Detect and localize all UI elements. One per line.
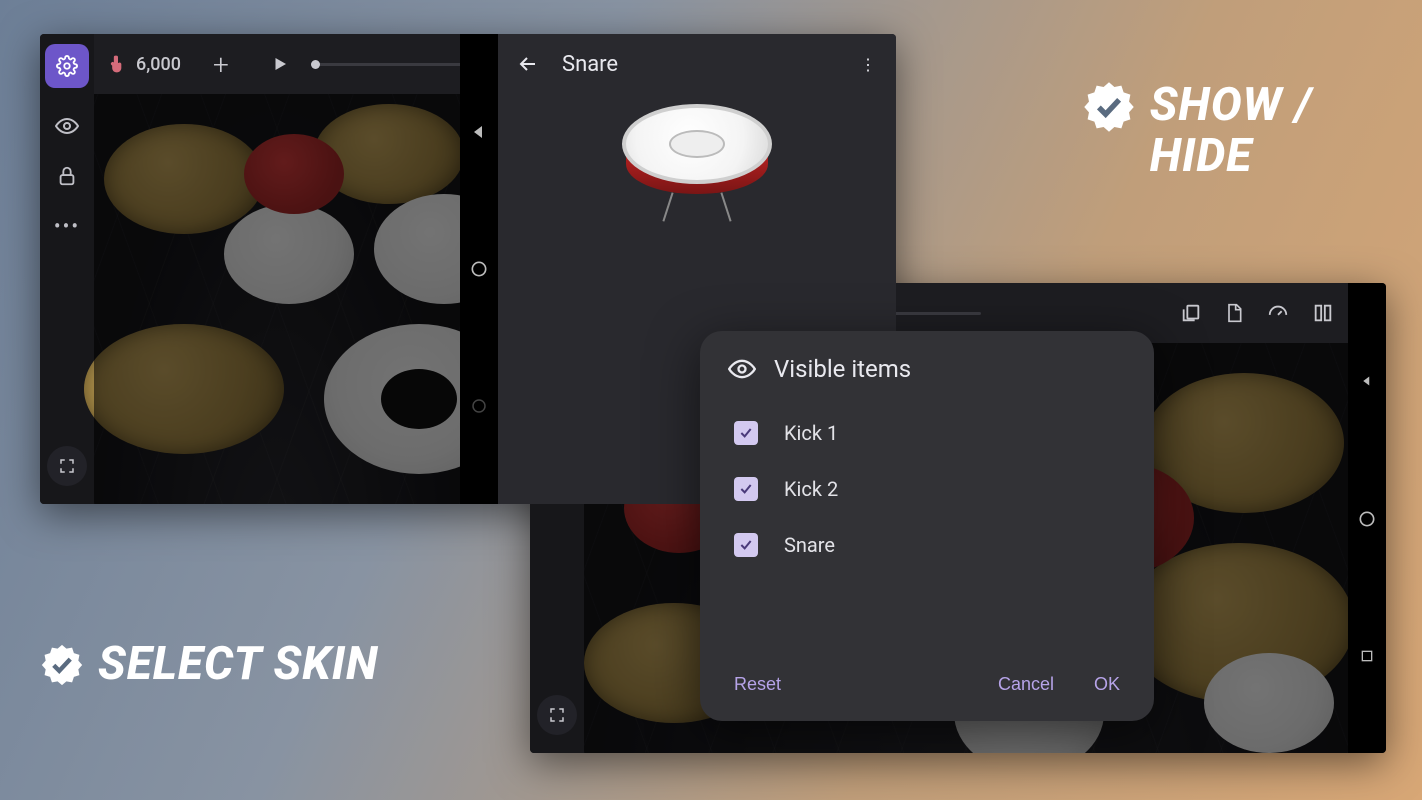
cymbal[interactable] (84, 324, 284, 454)
cymbal[interactable] (1124, 543, 1354, 703)
android-navbar (1348, 283, 1386, 753)
nav-home-icon[interactable] (469, 259, 489, 279)
checkbox-row-snare[interactable]: Snare (728, 517, 1126, 573)
visibility-icon[interactable] (55, 114, 79, 138)
eye-icon (728, 355, 756, 383)
checkbox-label: Kick 1 (784, 421, 838, 445)
score-display: 6,000 (108, 52, 181, 76)
play-button[interactable] (271, 55, 289, 73)
panel-more-button[interactable]: ⋮ (860, 55, 878, 74)
verified-badge-icon (40, 643, 84, 687)
gauge-icon[interactable] (1266, 302, 1290, 324)
snare-drum-icon (612, 104, 782, 224)
nav-back-icon[interactable] (470, 123, 488, 141)
reset-button[interactable]: Reset (734, 674, 781, 695)
visible-items-dialog: Visible items Kick 1 Kick 2 Snare Reset … (700, 331, 1154, 721)
nav-back-icon[interactable] (1358, 372, 1376, 390)
callout-show-hide-text: SHOW / HIDE (1150, 80, 1312, 181)
tom[interactable] (224, 204, 354, 304)
drum-stage[interactable] (94, 94, 460, 504)
more-icon[interactable]: ••• (55, 214, 79, 238)
panel-title: Snare (562, 52, 618, 77)
verified-badge-icon (1082, 80, 1136, 134)
cymbal[interactable] (1144, 373, 1344, 513)
checkbox-icon[interactable] (734, 421, 758, 445)
settings-button[interactable] (45, 44, 89, 88)
tap-icon (108, 52, 128, 76)
add-button[interactable]: + (213, 48, 229, 81)
pads-icon[interactable] (1312, 302, 1334, 324)
callout-select-skin: SELECT SKIN (40, 639, 378, 690)
fullscreen-button[interactable] (47, 446, 87, 486)
cancel-button[interactable]: Cancel (998, 674, 1054, 695)
ok-button[interactable]: OK (1094, 674, 1120, 695)
cymbal[interactable] (104, 124, 264, 234)
checkbox-icon[interactable] (734, 477, 758, 501)
left-sidebar: ••• (40, 34, 94, 504)
checkbox-row-kick2[interactable]: Kick 2 (728, 461, 1126, 517)
checkbox-row-kick1[interactable]: Kick 1 (728, 405, 1126, 461)
nav-home-icon[interactable] (1357, 509, 1377, 529)
nav-recent-icon[interactable] (470, 397, 488, 415)
file-icon[interactable] (1224, 302, 1244, 324)
callout-show-hide: SHOW / HIDE (1082, 80, 1312, 181)
lock-icon[interactable] (55, 164, 79, 188)
dialog-title: Visible items (774, 355, 911, 383)
fullscreen-button[interactable] (537, 695, 577, 735)
android-navbar (460, 34, 498, 504)
nav-recent-icon[interactable] (1359, 648, 1375, 664)
tom[interactable] (244, 134, 344, 214)
score-value: 6,000 (136, 54, 181, 75)
panel-back-button[interactable] (516, 52, 540, 76)
cymbal[interactable] (314, 104, 464, 204)
tom[interactable] (1204, 653, 1334, 753)
checkbox-label: Kick 2 (784, 477, 838, 501)
topbar: 6,000 + (94, 34, 460, 94)
checkbox-icon[interactable] (734, 533, 758, 557)
callout-select-skin-text: SELECT SKIN (98, 639, 378, 690)
library-icon[interactable] (1180, 302, 1202, 324)
checkbox-label: Snare (784, 533, 835, 557)
